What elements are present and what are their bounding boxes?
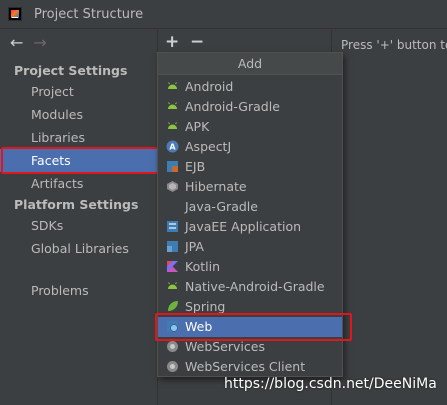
menu-item-label: EJB — [185, 159, 206, 174]
navigation-arrows: ← → — [10, 34, 47, 52]
project-settings-heading: Project Settings — [14, 63, 128, 78]
sidebar-item-project[interactable]: Project — [0, 80, 157, 103]
menu-item-webservices-client[interactable]: WebServices Client — [158, 357, 342, 377]
watermark-text: https://blog.csdn.net/DeeNiMa — [224, 376, 437, 392]
add-facet-popup: Add Android Android-Gradle APK A AspectJ… — [157, 52, 343, 377]
menu-item-jpa[interactable]: JPA — [158, 237, 342, 257]
android-icon — [168, 102, 177, 109]
ejb-icon — [167, 161, 178, 172]
webservices-icon — [167, 361, 178, 372]
android-icon — [168, 122, 177, 129]
menu-item-apk[interactable]: APK — [158, 117, 342, 137]
menu-item-ejb[interactable]: EJB — [158, 157, 342, 177]
jpa-icon — [167, 241, 178, 252]
menu-item-spring[interactable]: Spring — [158, 297, 342, 317]
menu-item-label: Android — [185, 79, 234, 94]
android-icon — [168, 282, 177, 289]
menu-item-java-gradle[interactable]: Java-Gradle — [158, 197, 342, 217]
forward-arrow-icon[interactable]: → — [33, 34, 46, 52]
menu-item-label: WebServices — [185, 339, 265, 354]
title-bar: Project Structure — [0, 0, 447, 29]
menu-item-label: Web — [185, 319, 213, 334]
web-icon — [167, 321, 178, 332]
window-title: Project Structure — [34, 6, 144, 22]
spring-icon — [168, 301, 178, 311]
sidebar-item-modules[interactable]: Modules — [0, 103, 157, 126]
details-panel: Press '+' button to — [333, 30, 447, 405]
popup-title: Add — [158, 53, 342, 75]
menu-item-label: WebServices Client — [185, 359, 306, 374]
menu-item-aspectj[interactable]: A AspectJ — [158, 137, 342, 157]
platform-settings-heading: Platform Settings — [14, 197, 139, 212]
aspectj-icon: A — [166, 140, 179, 153]
menu-item-label: Spring — [185, 299, 226, 314]
svg-text:A: A — [169, 143, 176, 152]
kotlin-icon — [167, 261, 178, 272]
webservices-icon — [167, 341, 178, 352]
add-facet-button[interactable]: + — [165, 32, 179, 52]
sidebar-item-artifacts[interactable]: Artifacts — [0, 172, 157, 195]
menu-item-label: Java-Gradle — [185, 199, 258, 214]
sidebar-item-sdks[interactable]: SDKs — [0, 214, 157, 237]
menu-item-android[interactable]: Android — [158, 77, 342, 97]
menu-item-label: Hibernate — [185, 179, 247, 194]
menu-item-webservices[interactable]: WebServices — [158, 337, 342, 357]
sidebar-item-problems[interactable]: Problems — [0, 279, 157, 302]
javaee-icon — [167, 221, 178, 232]
back-arrow-icon[interactable]: ← — [10, 34, 23, 52]
menu-item-javaee-application[interactable]: JavaEE Application — [158, 217, 342, 237]
menu-item-kotlin[interactable]: Kotlin — [158, 257, 342, 277]
settings-sidebar: ← → Project Settings Project Modules Lib… — [0, 30, 158, 405]
menu-item-label: JavaEE Application — [185, 219, 302, 234]
menu-item-native-android-gradle[interactable]: Native-Android-Gradle — [158, 277, 342, 297]
menu-item-hibernate[interactable]: Hibernate — [158, 177, 342, 197]
menu-item-label: Native-Android-Gradle — [185, 279, 325, 294]
menu-item-web[interactable]: Web — [158, 317, 342, 337]
remove-facet-button[interactable]: − — [190, 32, 204, 52]
menu-item-label: Kotlin — [185, 259, 220, 274]
intellij-logo-icon — [8, 7, 22, 21]
empty-hint-text: Press '+' button to — [341, 38, 447, 52]
sidebar-item-global-libraries[interactable]: Global Libraries — [0, 237, 157, 260]
menu-item-label: JPA — [185, 239, 204, 254]
menu-item-label: APK — [185, 119, 210, 134]
menu-item-label: Android-Gradle — [185, 99, 280, 114]
menu-item-label: AspectJ — [185, 139, 232, 154]
sidebar-item-facets[interactable]: Facets — [0, 149, 157, 172]
android-icon — [168, 82, 177, 89]
menu-item-android-gradle[interactable]: Android-Gradle — [158, 97, 342, 117]
hibernate-icon — [167, 181, 178, 192]
sidebar-item-libraries[interactable]: Libraries — [0, 126, 157, 149]
